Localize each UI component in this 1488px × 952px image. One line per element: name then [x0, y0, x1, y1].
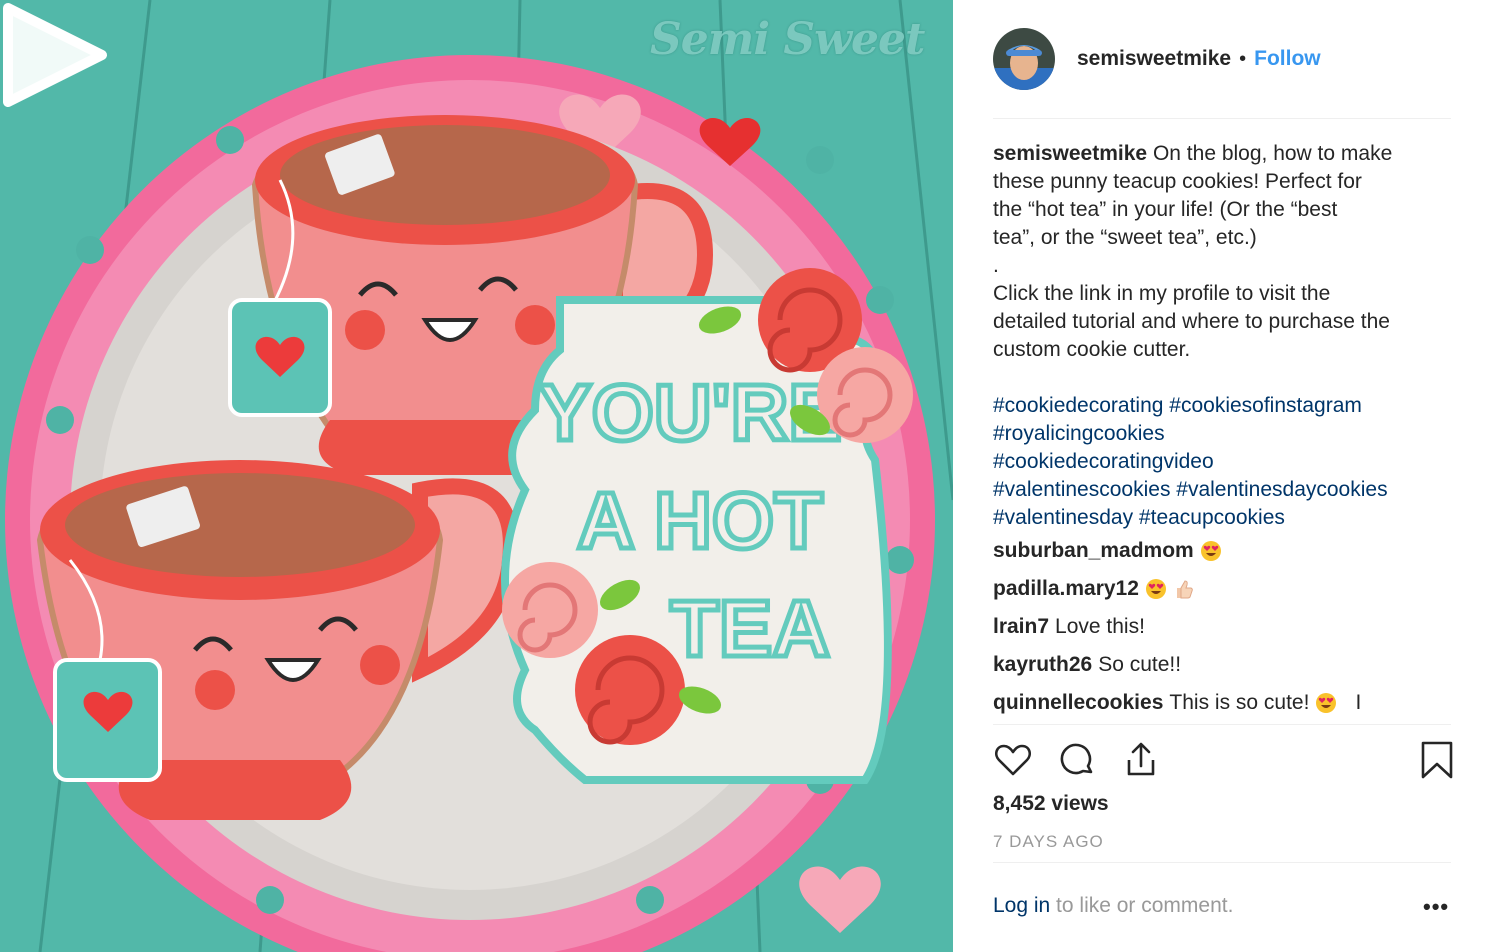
- caption-text: On the blog, how to make: [1152, 142, 1393, 165]
- heart-eyes-emoji: [1200, 541, 1221, 561]
- comment-text: This is so cute!: [1169, 691, 1310, 714]
- post-side-panel: semisweetmike • Follow semisweetmike On …: [953, 0, 1488, 952]
- comment-item: lrain7 Love this!: [993, 608, 1463, 646]
- comment-item: suburban_madmom: [993, 532, 1463, 570]
- hashtag-line[interactable]: #valentinesday #teacupcookies: [993, 504, 1463, 532]
- hashtag-line[interactable]: #royalicingcookies: [993, 420, 1463, 448]
- caption-line: the “hot tea” in your life! (Or the “bes…: [993, 198, 1338, 221]
- comment-text: Love this!: [1055, 615, 1145, 638]
- hashtag-line[interactable]: #cookiedecoratingvideo: [993, 448, 1463, 476]
- post-header: semisweetmike • Follow: [993, 28, 1453, 90]
- login-link[interactable]: Log in: [993, 894, 1050, 917]
- comment-text: So cute!!: [1098, 653, 1182, 676]
- hashtag-line[interactable]: #valentinescookies #valentinesdaycookies: [993, 476, 1463, 504]
- caption-line: these punny teacup cookies! Perfect for: [993, 170, 1362, 193]
- caption-line: detailed tutorial and where to purchase …: [993, 310, 1390, 333]
- comment-username[interactable]: kayruth26: [993, 651, 1092, 679]
- comment-icon[interactable]: [1057, 740, 1097, 780]
- post-timestamp[interactable]: 7 DAYS AGO: [993, 832, 1104, 852]
- comment-username[interactable]: lrain7: [993, 613, 1049, 641]
- follow-button[interactable]: Follow: [1254, 47, 1321, 71]
- caption-line: semisweetmike On the blog, how to make: [993, 140, 1463, 168]
- cookie-text-line-2: A HOT: [577, 476, 823, 565]
- bookmark-icon[interactable]: [1417, 740, 1457, 780]
- divider: [993, 118, 1451, 119]
- comment-username[interactable]: padilla.mary12: [993, 575, 1139, 603]
- view-count[interactable]: 8,452 views: [993, 792, 1109, 816]
- play-icon[interactable]: [0, 0, 110, 110]
- comment-item: padilla.mary12: [993, 570, 1463, 608]
- post-media[interactable]: YOU'RE A HOT TEA Semi Sweet: [0, 0, 953, 952]
- login-prompt-text: to like or comment.: [1050, 894, 1234, 917]
- login-prompt: Log in to like or comment.: [993, 894, 1233, 918]
- comments-section: semisweetmike On the blog, how to make t…: [993, 140, 1463, 722]
- caption-line: custom cookie cutter.: [993, 338, 1191, 361]
- cookie-photo: YOU'RE A HOT TEA: [0, 0, 953, 952]
- avatar-icon: [993, 28, 1055, 90]
- action-bar: [993, 740, 1453, 782]
- comment-truncated-text: I: [1355, 691, 1362, 714]
- plaque-cookie: YOU'RE A HOT TEA: [501, 268, 913, 784]
- comment-username[interactable]: suburban_madmom: [993, 537, 1194, 565]
- cookie-text-line-3: TEA: [670, 584, 830, 673]
- heart-eyes-emoji: [1145, 579, 1166, 599]
- comment-username[interactable]: quinnellecookies: [993, 689, 1163, 717]
- caption-line: tea”, or the “sweet tea”, etc.): [993, 226, 1257, 249]
- share-icon[interactable]: [1121, 740, 1161, 780]
- header-separator: •: [1239, 47, 1247, 70]
- watermark-logo: Semi Sweet: [650, 14, 925, 65]
- caption-line: .: [993, 254, 999, 277]
- heart-icon[interactable]: [993, 740, 1033, 780]
- thumbs-up-emoji: [1176, 580, 1193, 599]
- comment-item: kayruth26 So cute!!: [993, 646, 1463, 684]
- divider: [993, 724, 1451, 725]
- header-username[interactable]: semisweetmike: [1077, 47, 1231, 71]
- hashtag-line[interactable]: #cookiedecorating #cookiesofinstagram: [993, 392, 1463, 420]
- heart-eyes-emoji: [1316, 693, 1337, 713]
- caption: semisweetmike On the blog, how to make t…: [993, 140, 1463, 532]
- caption-line: Click the link in my profile to visit th…: [993, 282, 1331, 305]
- avatar[interactable]: [993, 28, 1055, 90]
- more-options-icon[interactable]: •••: [1423, 894, 1449, 920]
- comment-item: quinnellecookies This is so cute! I: [993, 684, 1463, 722]
- caption-username[interactable]: semisweetmike: [993, 142, 1147, 165]
- divider: [993, 862, 1451, 863]
